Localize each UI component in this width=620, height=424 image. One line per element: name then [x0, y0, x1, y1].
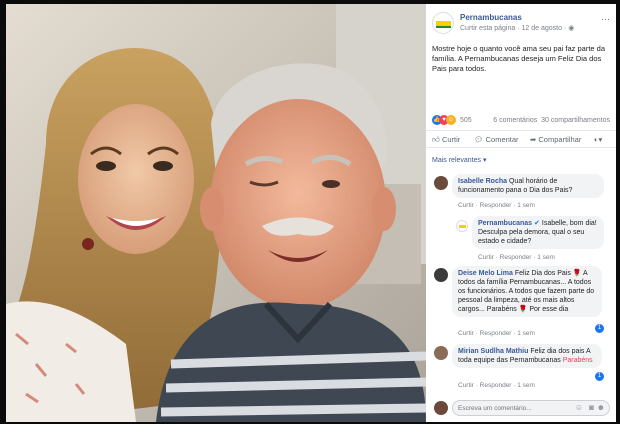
post-actions-bar: 👍︎ Curtir 💬︎ Comentar ➦ Compartilhar ◐▾: [426, 130, 616, 148]
comment-composer: ☺ ◙ ☻: [426, 398, 616, 418]
thumbs-up-icon: 👍︎: [432, 135, 440, 144]
comment-reply-link[interactable]: Responder: [480, 330, 512, 337]
post-side-panel: Pernambucanas Curtir esta página · 12 de…: [426, 4, 616, 422]
comment-like-link[interactable]: Curtir: [478, 254, 494, 261]
speech-bubble-icon: 💬︎: [474, 135, 484, 144]
avatar[interactable]: [434, 176, 448, 190]
comment-bubble: Isabelle Rocha Qual horário de funcionam…: [452, 174, 604, 198]
logo-stripe-green: [436, 26, 451, 28]
comment-time[interactable]: 1 sem: [517, 382, 535, 389]
sticker-icon[interactable]: ☻: [597, 403, 605, 412]
avatar[interactable]: [434, 401, 448, 415]
emoji-icon[interactable]: ☺: [575, 403, 583, 412]
post-viewer: Pernambucanas Curtir esta página · 12 de…: [6, 4, 616, 422]
comment-item: Mirian Sudlha Mathiu Feliz dia dos pais …: [426, 344, 616, 390]
follow-page-link[interactable]: Curtir esta página: [460, 25, 515, 32]
chevron-down-icon: ▾: [482, 157, 487, 164]
comment-highlight: Parabéns: [562, 357, 593, 364]
reactions-count[interactable]: 505: [460, 116, 472, 125]
sort-label: Mais relevantes: [432, 157, 482, 164]
haha-reaction-icon: ☺: [446, 115, 456, 125]
comment-bubble: Mirian Sudlha Mathiu Feliz dia dos pais …: [452, 344, 602, 368]
page-name[interactable]: Pernambucanas: [460, 13, 522, 22]
shares-count[interactable]: 30 compartilhamentos: [541, 117, 610, 124]
photo-illustration: [6, 4, 426, 422]
comment-actions: Curtir · Responder · 1 sem: [458, 330, 535, 337]
comment-bubble: Pernambucanas ✔ Isabelle, bom dia! Descu…: [472, 216, 604, 249]
post-stats: 👍 ♥ ☺ 505 6 comentários 30 compartilhame…: [426, 114, 616, 126]
comment-button[interactable]: 💬︎ Comentar: [474, 133, 519, 147]
comment-reply-link[interactable]: Responder: [500, 254, 532, 261]
comment-like-link[interactable]: Curtir: [458, 330, 474, 337]
comment-author[interactable]: Isabelle Rocha: [458, 178, 507, 185]
comment-time[interactable]: 1 sem: [537, 254, 555, 261]
comment-like-link[interactable]: Curtir: [458, 202, 474, 209]
comments-shares-count[interactable]: 6 comentários 30 compartilhamentos: [493, 116, 610, 125]
comment-like-badge[interactable]: 1: [595, 372, 604, 381]
comment-item: Isabelle Rocha Qual horário de funcionam…: [426, 174, 616, 216]
more-options-icon[interactable]: ···: [601, 14, 610, 24]
avatar[interactable]: [434, 268, 448, 282]
comment-author[interactable]: Mirian Sudlha Mathiu: [458, 348, 528, 355]
avatar[interactable]: [434, 346, 448, 360]
post-photo[interactable]: [6, 4, 426, 422]
comment-like-link[interactable]: Curtir: [458, 382, 474, 389]
camera-icon[interactable]: ◙: [589, 403, 594, 412]
post-date[interactable]: 12 de agosto: [522, 25, 562, 32]
comment-actions: Curtir · Responder · 1 sem: [458, 202, 535, 209]
page-logo[interactable]: [432, 12, 454, 34]
post-meta: Curtir esta página · 12 de agosto · ◉: [460, 25, 575, 32]
comment-actions: Curtir · Responder · 1 sem: [478, 254, 555, 261]
share-arrow-icon: ➦: [530, 135, 537, 144]
comment-time[interactable]: 1 sem: [517, 202, 535, 209]
comments-count[interactable]: 6 comentários: [493, 117, 537, 124]
comment-item: Deise Melo Lima Feliz Dia dos Pais 🌹 A t…: [426, 266, 616, 340]
comment-reply-link[interactable]: Responder: [480, 382, 512, 389]
verified-badge-icon: ✔: [534, 220, 540, 227]
comment-author[interactable]: Pernambucanas: [478, 220, 532, 227]
logo-stripe-yellow: [459, 225, 466, 228]
like-button[interactable]: 👍︎ Curtir: [432, 133, 460, 147]
comment-actions: Curtir · Responder · 1 sem: [458, 382, 535, 389]
globe-icon: ◉: [568, 25, 575, 32]
sort-selector[interactable]: Mais relevantes ▾: [426, 156, 616, 164]
reaction-selector-icon[interactable]: ◐▾: [594, 133, 602, 147]
comment-reply: Pernambucanas ✔ Isabelle, bom dia! Descu…: [426, 216, 616, 264]
post-text: Mostre hoje o quanto você ama seu pai fa…: [432, 44, 606, 73]
avatar[interactable]: [456, 220, 468, 232]
comment-author[interactable]: Deise Melo Lima: [458, 270, 513, 277]
post-header: Pernambucanas Curtir esta página · 12 de…: [426, 12, 616, 38]
comment-like-badge[interactable]: 1: [595, 324, 604, 333]
comment-bubble: Deise Melo Lima Feliz Dia dos Pais 🌹 A t…: [452, 266, 602, 317]
comment-reply-link[interactable]: Responder: [480, 202, 512, 209]
comment-input[interactable]: [458, 403, 558, 414]
comment-input-wrapper: ☺ ◙ ☻: [452, 400, 610, 416]
share-button[interactable]: ➦ Compartilhar: [530, 133, 581, 147]
comment-time[interactable]: 1 sem: [517, 330, 535, 337]
